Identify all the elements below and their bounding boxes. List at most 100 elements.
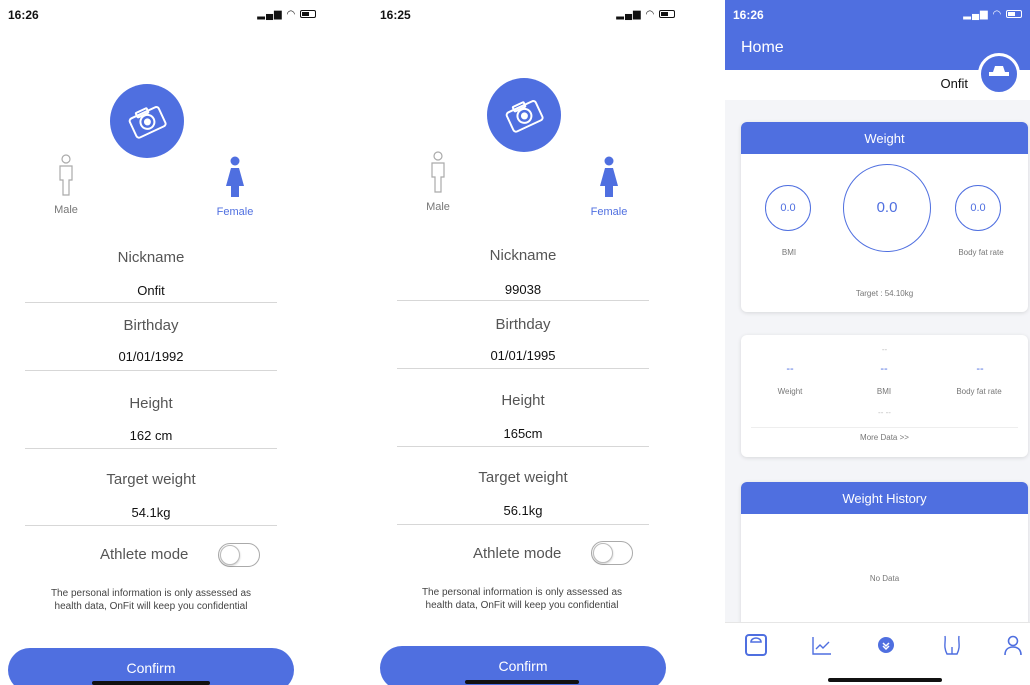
gender-male-option[interactable]: Male (46, 154, 86, 216)
divider (397, 300, 649, 301)
athlete-mode-toggle[interactable] (591, 541, 633, 565)
tab-body[interactable] (940, 633, 964, 657)
home-icon (878, 637, 894, 653)
target-weight-label: Target weight (106, 471, 196, 488)
female-icon (226, 156, 244, 197)
chart-icon (812, 637, 831, 655)
stat-bodyfat-label: Body fat rate (956, 387, 1002, 396)
stat-weight-label: Weight (777, 387, 803, 396)
profile-screen-2: 16:25 ▂▄▆ ◠ Male Female Nickname 99038 B… (373, 0, 717, 685)
privacy-note-line: The personal information is only assesse… (421, 587, 623, 598)
stat-bmi-value: -- (880, 363, 888, 375)
male-icon (59, 154, 73, 196)
status-icons: ▂▄▆ ◠ (616, 9, 675, 20)
status-bar: 16:26 ▂▄▆ ◠ (725, 0, 1030, 30)
privacy-note-line: health data, OnFit will keep you confide… (425, 600, 619, 611)
male-label: Male (54, 204, 78, 216)
privacy-note: The personal information is only assesse… (381, 586, 663, 612)
tab-bar (725, 622, 1030, 685)
toggle-knob (593, 543, 613, 563)
female-label: Female (590, 206, 628, 218)
status-time: 16:26 (8, 8, 39, 22)
female-icon (600, 156, 618, 197)
privacy-note-line: The personal information is only assesse… (50, 588, 252, 599)
body-icon (944, 635, 960, 655)
divider (751, 427, 1018, 428)
gender-female-option[interactable]: Female (210, 156, 260, 218)
stats-time: -- -- (878, 408, 891, 417)
status-icons: ▂▄▆ ◠ (963, 9, 1022, 20)
nickname-label: Nickname (489, 247, 557, 264)
male-label: Male (426, 201, 450, 213)
height-label: Height (501, 392, 545, 409)
target-weight-text: Target : 54.10kg (855, 289, 914, 298)
target-weight-label: Target weight (478, 469, 568, 486)
battery-icon (659, 10, 675, 19)
avatar-photo-button[interactable] (110, 84, 184, 158)
battery-icon (300, 10, 316, 19)
height-field[interactable]: 162 cm (25, 428, 277, 443)
status-bar: 16:26 ▂▄▆ ◠ (0, 0, 352, 30)
divider (25, 525, 277, 526)
page-title: Home (741, 39, 784, 56)
nickname-field[interactable]: Onfit (25, 283, 277, 298)
tab-home[interactable] (874, 633, 898, 657)
home-indicator (465, 680, 579, 684)
birthday-field[interactable]: 01/01/1992 (25, 349, 277, 364)
status-time: 16:26 (733, 8, 764, 22)
bmi-label: BMI (781, 248, 797, 257)
bodyfat-label: Body fat rate (958, 248, 1004, 257)
divider (397, 524, 649, 525)
weight-history-card[interactable]: Weight History No Data (741, 482, 1028, 632)
battery-icon (1006, 10, 1022, 19)
gender-male-option[interactable]: Male (418, 151, 458, 213)
bodyfat-gauge: 0.0 (955, 185, 1001, 231)
profile-icon (1004, 635, 1022, 656)
target-weight-field[interactable]: 54.1kg (25, 505, 277, 520)
toggle-knob (220, 545, 240, 565)
target-weight-field[interactable]: 56.1kg (397, 503, 649, 518)
status-icons: ▂▄▆ ◠ (257, 9, 316, 20)
avatar-photo-button[interactable] (487, 78, 561, 152)
weight-card[interactable]: Weight 0.0 0.0 0.0 BMI Body fat rate Tar… (741, 122, 1028, 312)
nickname-label: Nickname (117, 249, 185, 266)
athlete-mode-label: Athlete mode (100, 546, 189, 563)
status-time: 16:25 (380, 8, 411, 22)
birthday-label: Birthday (495, 316, 551, 333)
bmi-gauge: 0.0 (765, 185, 811, 231)
height-field[interactable]: 165cm (397, 426, 649, 441)
privacy-note: The personal information is only assesse… (10, 587, 292, 613)
camera-icon (505, 100, 544, 133)
athlete-mode-label: Athlete mode (473, 545, 562, 562)
privacy-note-line: health data, OnFit will keep you confide… (54, 601, 248, 612)
divider (397, 446, 649, 447)
stats-card[interactable]: -- -- -- -- Weight BMI Body fat rate -- … (741, 335, 1028, 457)
tab-chart[interactable] (810, 633, 834, 657)
user-avatar-icon (989, 66, 1009, 76)
more-data-link[interactable]: More Data >> (741, 433, 1028, 442)
female-label: Female (216, 206, 254, 218)
camera-icon (128, 106, 167, 139)
stat-bodyfat-value: -- (976, 363, 984, 375)
no-data-text: No Data (869, 574, 900, 583)
weight-gauge: 0.0 (843, 164, 931, 252)
home-screen: 16:26 ▂▄▆ ◠ Home Onfit Weight 0.0 0.0 0.… (725, 0, 1030, 685)
tab-scale[interactable] (744, 633, 768, 657)
birthday-label: Birthday (123, 317, 179, 334)
gender-female-option[interactable]: Female (584, 156, 634, 218)
nickname-field[interactable]: 99038 (397, 282, 649, 297)
user-avatar[interactable] (978, 53, 1020, 95)
confirm-button[interactable]: Confirm (8, 648, 294, 685)
tab-profile[interactable] (1001, 633, 1025, 657)
athlete-mode-toggle[interactable] (218, 543, 260, 567)
home-indicator (92, 681, 210, 685)
home-indicator (828, 678, 942, 682)
scale-icon (745, 634, 767, 656)
birthday-field[interactable]: 01/01/1995 (397, 348, 649, 363)
stat-weight-value: -- (786, 363, 794, 375)
stats-date: -- (881, 345, 888, 354)
profile-screen-1: 16:26 ▂▄▆ ◠ Male Female Nickname Onfit B… (0, 0, 352, 685)
weight-card-title: Weight (741, 122, 1028, 154)
status-bar: 16:25 ▂▄▆ ◠ (373, 0, 717, 30)
height-label: Height (129, 395, 173, 412)
